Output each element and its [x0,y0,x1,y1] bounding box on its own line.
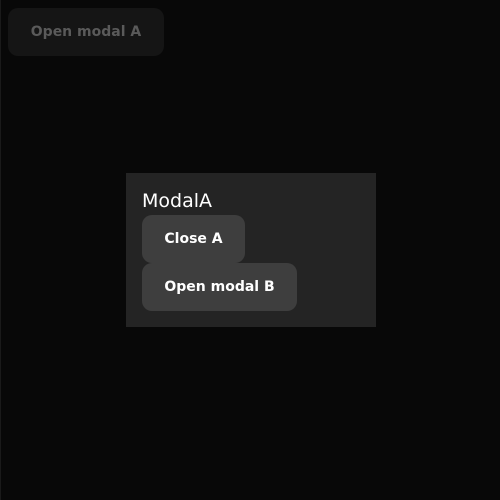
open-modal-b-button[interactable]: Open modal B [142,263,297,311]
modal-a-title: ModalA [142,190,212,212]
close-a-button[interactable]: Close A [142,215,245,263]
modal-a-dialog: ModalA Close A Open modal B [126,173,376,327]
